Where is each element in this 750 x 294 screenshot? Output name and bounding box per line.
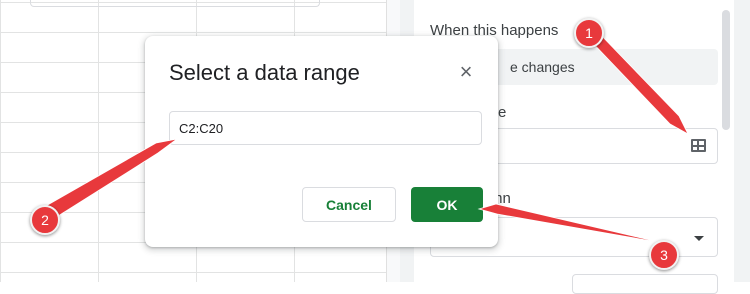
panel-scrollbar[interactable]	[722, 10, 730, 130]
cancel-button[interactable]: Cancel	[302, 187, 396, 222]
annotation-badge-2: 2	[30, 205, 60, 235]
select-range-icon[interactable]	[691, 139, 706, 152]
select-range-dialog: Select a data range × Cancel OK	[145, 36, 498, 247]
range-label: e	[498, 104, 507, 121]
dropdown-caret-icon	[694, 236, 704, 241]
trigger-value: e changes	[510, 59, 575, 75]
ok-button[interactable]: OK	[411, 187, 483, 222]
panel-bottom-field[interactable]	[572, 274, 718, 294]
close-icon[interactable]: ×	[455, 61, 477, 83]
annotation-badge-3: 3	[649, 240, 679, 270]
dialog-title: Select a data range	[169, 60, 360, 85]
annotation-badge-1: 1	[574, 18, 604, 48]
panel-top-field	[30, 0, 320, 7]
data-range-input[interactable]	[169, 111, 482, 145]
